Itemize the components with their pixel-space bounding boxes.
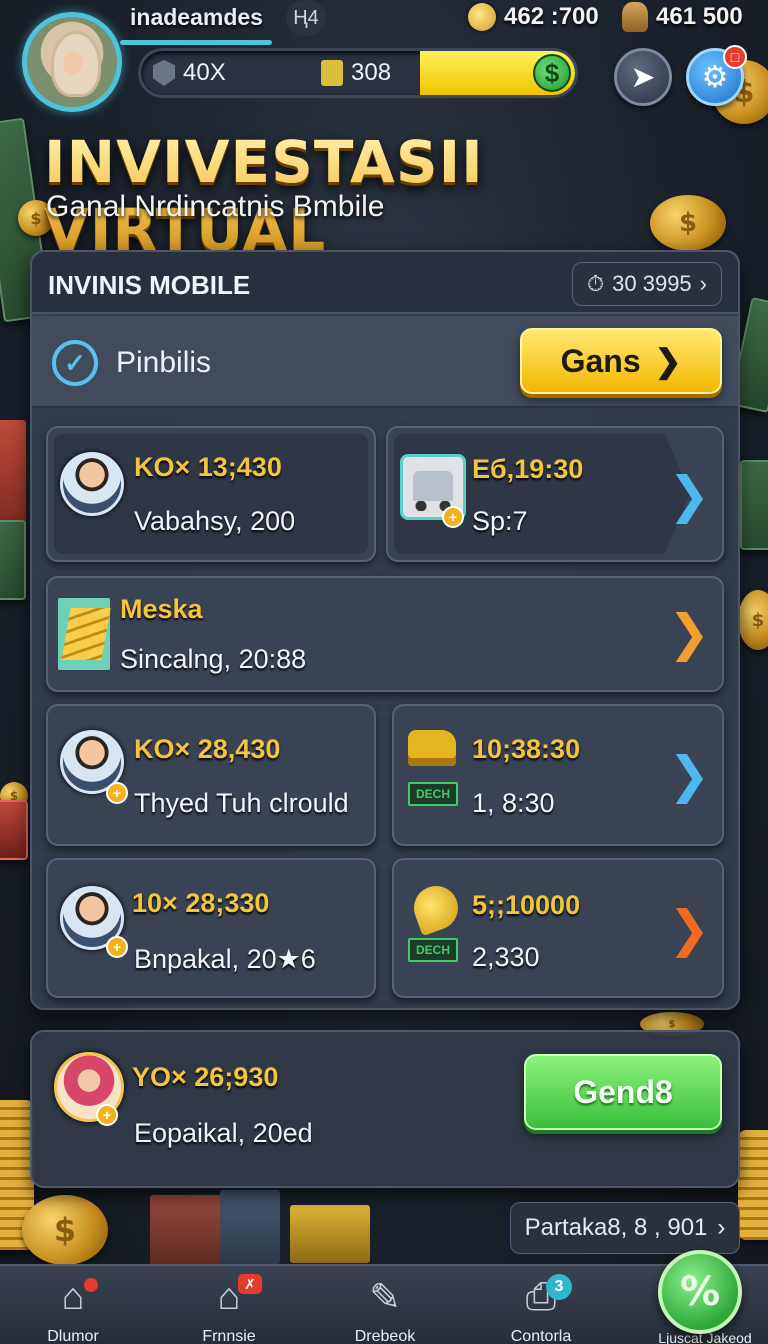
deco-tag: DECH bbox=[408, 782, 458, 806]
card-subtitle: Sincalng, 20:88 bbox=[120, 644, 307, 674]
shield-resource: 40X bbox=[153, 59, 226, 87]
stopwatch-icon: ⏱ bbox=[586, 271, 605, 297]
card-value: 10;38:30 bbox=[472, 734, 581, 764]
card-value: KO× 13;430 bbox=[134, 452, 282, 482]
coin-counter[interactable]: 462 :700 bbox=[468, 0, 599, 34]
panel-header: INVINIS MOBILE ⏱ 30 3995 › bbox=[32, 252, 738, 314]
edit-icon: ✎ bbox=[369, 1276, 401, 1319]
partner-chip[interactable]: Partaka8, 8 , 901 › bbox=[510, 1202, 740, 1254]
card-subtitle: Vabahsy, 200 bbox=[134, 506, 296, 536]
chevron-right-icon[interactable]: ❯ bbox=[668, 750, 710, 800]
card-subtitle: Thyed Tuh clrould bbox=[134, 788, 349, 818]
send-button[interactable]: Gend8 bbox=[524, 1054, 722, 1130]
filter-label: Pinbilis bbox=[116, 346, 212, 379]
card-value: 5;;10000 bbox=[472, 890, 581, 920]
investment-card[interactable]: DECH 10;38:30 1, 8:30 ❯ bbox=[392, 704, 724, 846]
nav-properties[interactable]: ⌂ ✗ Frnnsie bbox=[174, 1266, 284, 1344]
nav-label: Drebeok bbox=[354, 1328, 416, 1344]
building-icon: ⌂ ✗ bbox=[204, 1274, 262, 1320]
deco-tag: DECH bbox=[408, 938, 458, 962]
nav-label: Frnnsie bbox=[202, 1328, 256, 1344]
username: inadeamdes bbox=[130, 4, 263, 30]
card-subtitle: Bnpakal, 20★6 bbox=[134, 944, 316, 974]
profile-avatar[interactable] bbox=[22, 12, 122, 112]
game-subtitle: Ganal Nrdincatnis Bmbile bbox=[46, 190, 385, 223]
nav-home[interactable]: ⌂ Dlumor bbox=[18, 1266, 128, 1344]
investment-card[interactable]: + Еб,19:30 Sp:7 ❯ bbox=[386, 426, 724, 562]
car-icon bbox=[408, 730, 456, 766]
gold-coin-icon bbox=[407, 879, 465, 937]
card-value: KO× 28,430 bbox=[134, 734, 281, 764]
gold-stack-icon bbox=[58, 598, 110, 670]
card-value: 10× 28;330 bbox=[132, 888, 270, 918]
resource-bar: 40X 308 $ bbox=[138, 48, 578, 98]
coin-icon bbox=[468, 3, 496, 31]
plus-icon: + bbox=[96, 1104, 118, 1126]
gem-counter[interactable]: 461 500 bbox=[622, 0, 743, 34]
investment-card[interactable]: Meska Sincalng, 20:88 ❯ bbox=[46, 576, 724, 692]
gear-icon: ⚙ bbox=[701, 59, 729, 95]
gold-bar-icon bbox=[321, 60, 343, 86]
notification-badge: □ bbox=[723, 45, 747, 69]
invest-fab[interactable]: % bbox=[658, 1250, 742, 1334]
gans-button[interactable]: Gans ❯ bbox=[520, 328, 722, 394]
chevron-right-icon: › bbox=[717, 1214, 726, 1241]
card-subtitle: 2,330 bbox=[472, 942, 540, 972]
nav-badge: 3 bbox=[546, 1274, 572, 1300]
chevron-right-icon: › bbox=[699, 271, 707, 296]
plus-icon: + bbox=[106, 782, 128, 804]
card-subtitle: 1, 8:30 bbox=[472, 788, 555, 818]
panel-title: INVINIS MOBILE bbox=[48, 270, 251, 300]
settings-button[interactable]: ⚙ □ bbox=[686, 45, 747, 106]
card-value: Еб,19:30 bbox=[472, 454, 584, 484]
nav-contacts[interactable]: ⎙ 3 Contorla bbox=[486, 1266, 596, 1344]
coin-value: 462 :700 bbox=[504, 3, 599, 30]
gans-label: Gans bbox=[560, 342, 641, 379]
shield-icon bbox=[153, 60, 175, 86]
investment-card[interactable]: DECH 5;;10000 2,330 ❯ bbox=[392, 858, 724, 998]
investor-avatar bbox=[60, 452, 124, 516]
shield-value: 40X bbox=[183, 59, 226, 86]
partner-label: Partaka8, 8 , 901 bbox=[524, 1214, 708, 1241]
percent-icon: % bbox=[679, 1269, 721, 1315]
level-badge: Ң4 bbox=[286, 0, 326, 36]
filter-row: ✓ Pinbilis Gans ❯ bbox=[32, 316, 738, 408]
xp-bar bbox=[120, 40, 272, 45]
card-subtitle: Sp:7 bbox=[472, 506, 528, 536]
checkmark-icon[interactable]: ✓ bbox=[52, 340, 98, 386]
chevron-right-icon: ❯ bbox=[654, 343, 682, 379]
plus-icon: + bbox=[106, 936, 128, 958]
gold-value: 308 bbox=[351, 59, 392, 86]
home-icon: ⌂ bbox=[48, 1274, 98, 1320]
chevron-right-icon[interactable]: ❯ bbox=[668, 904, 710, 954]
chevron-right-icon[interactable]: ❯ bbox=[668, 608, 710, 658]
nav-notes[interactable]: ✎ Drebeok bbox=[330, 1266, 440, 1344]
chevron-right-icon[interactable]: ❯ bbox=[668, 470, 710, 520]
investment-card[interactable]: + KO× 28,430 Thyed Tuh clrould bbox=[46, 704, 376, 846]
dollar-icon[interactable]: $ bbox=[533, 54, 571, 92]
bottom-nav: ⌂ Dlumor ⌂ ✗ Frnnsie ✎ Drebeok ⎙ 3 Conto… bbox=[0, 1264, 768, 1344]
timer-chip[interactable]: ⏱ 30 3995 › bbox=[571, 262, 722, 306]
gold-resource: 308 bbox=[321, 59, 391, 87]
nav-label: Dlumor bbox=[47, 1328, 99, 1344]
timer-value: 30 3995 bbox=[612, 271, 692, 296]
featured-investor-card: + YO× 26;930 Eopaikal, 20ed Gend8 bbox=[30, 1030, 740, 1188]
compass-button[interactable]: ➤ bbox=[614, 48, 672, 106]
card-subtitle: Eopaikal, 20ed bbox=[134, 1118, 313, 1148]
money-bag-icon bbox=[622, 2, 648, 32]
printer-icon: ⎙ 3 bbox=[516, 1274, 572, 1320]
investment-card[interactable]: KO× 13;430 Vabahsy, 200 bbox=[46, 426, 376, 562]
card-value: YO× 26;930 bbox=[132, 1062, 279, 1092]
nav-label: Contorla bbox=[510, 1328, 572, 1344]
compass-icon: ➤ bbox=[630, 59, 656, 95]
plus-icon: + bbox=[442, 506, 464, 528]
gem-value: 461 500 bbox=[656, 3, 743, 30]
card-value: Meska bbox=[120, 594, 203, 624]
investment-card[interactable]: + 10× 28;330 Bnpakal, 20★6 bbox=[46, 858, 376, 998]
